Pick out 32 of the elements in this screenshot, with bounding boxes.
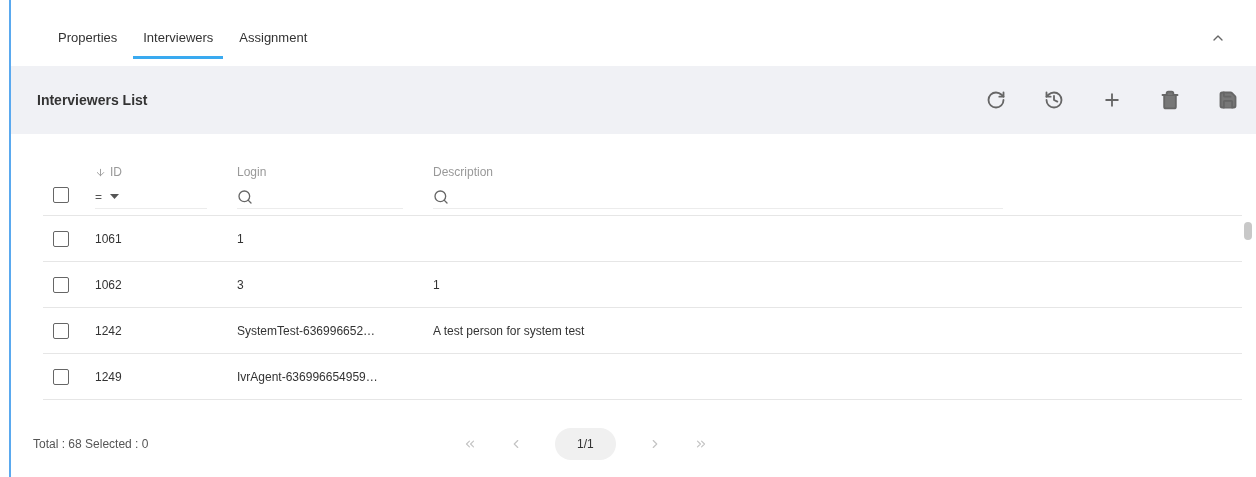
row-checkbox[interactable] [53,322,69,339]
select-all-checkbox[interactable] [53,187,69,203]
tab[interactable]: Interviewers [133,0,224,59]
table-cell-text: SystemTest-636996652… [237,323,377,338]
history-icon[interactable] [1044,90,1064,110]
refresh-icon[interactable] [986,90,1006,110]
save-icon[interactable] [1218,90,1238,110]
table-cell-text: 1061 [95,231,123,246]
trash-icon[interactable] [1160,90,1180,110]
table-cell-text: 1249 [95,369,123,384]
row-checkbox[interactable] [53,230,69,247]
table-cell-text: 1 [433,277,441,292]
table-cell-text: IvrAgent-636996654959… [237,369,379,384]
search-icon [433,188,449,205]
add-icon[interactable] [1102,90,1122,110]
list-title: Interviewers List [37,92,149,108]
page-indicator: 1/1 [555,428,616,460]
selection-summary: Total : 68 Selected : 0 [33,437,150,451]
table-cell-text: 3 [237,277,245,292]
chevron-icon [463,437,477,451]
table-cell-text: 1062 [95,277,123,292]
table-cell-text: 1 [237,231,245,246]
tab[interactable]: Properties [48,0,128,59]
row-checkbox[interactable] [53,368,69,385]
row-checkbox[interactable] [53,276,69,293]
tab[interactable]: Assignment [229,0,318,59]
search-icon [237,188,253,205]
filter-field[interactable]: = [95,185,207,209]
scrollbar-thumb[interactable] [1244,222,1252,240]
table-cell-text: A test person for system test [433,323,586,338]
table-cell-text: 1242 [95,323,123,338]
dropdown-caret-icon [110,194,119,199]
